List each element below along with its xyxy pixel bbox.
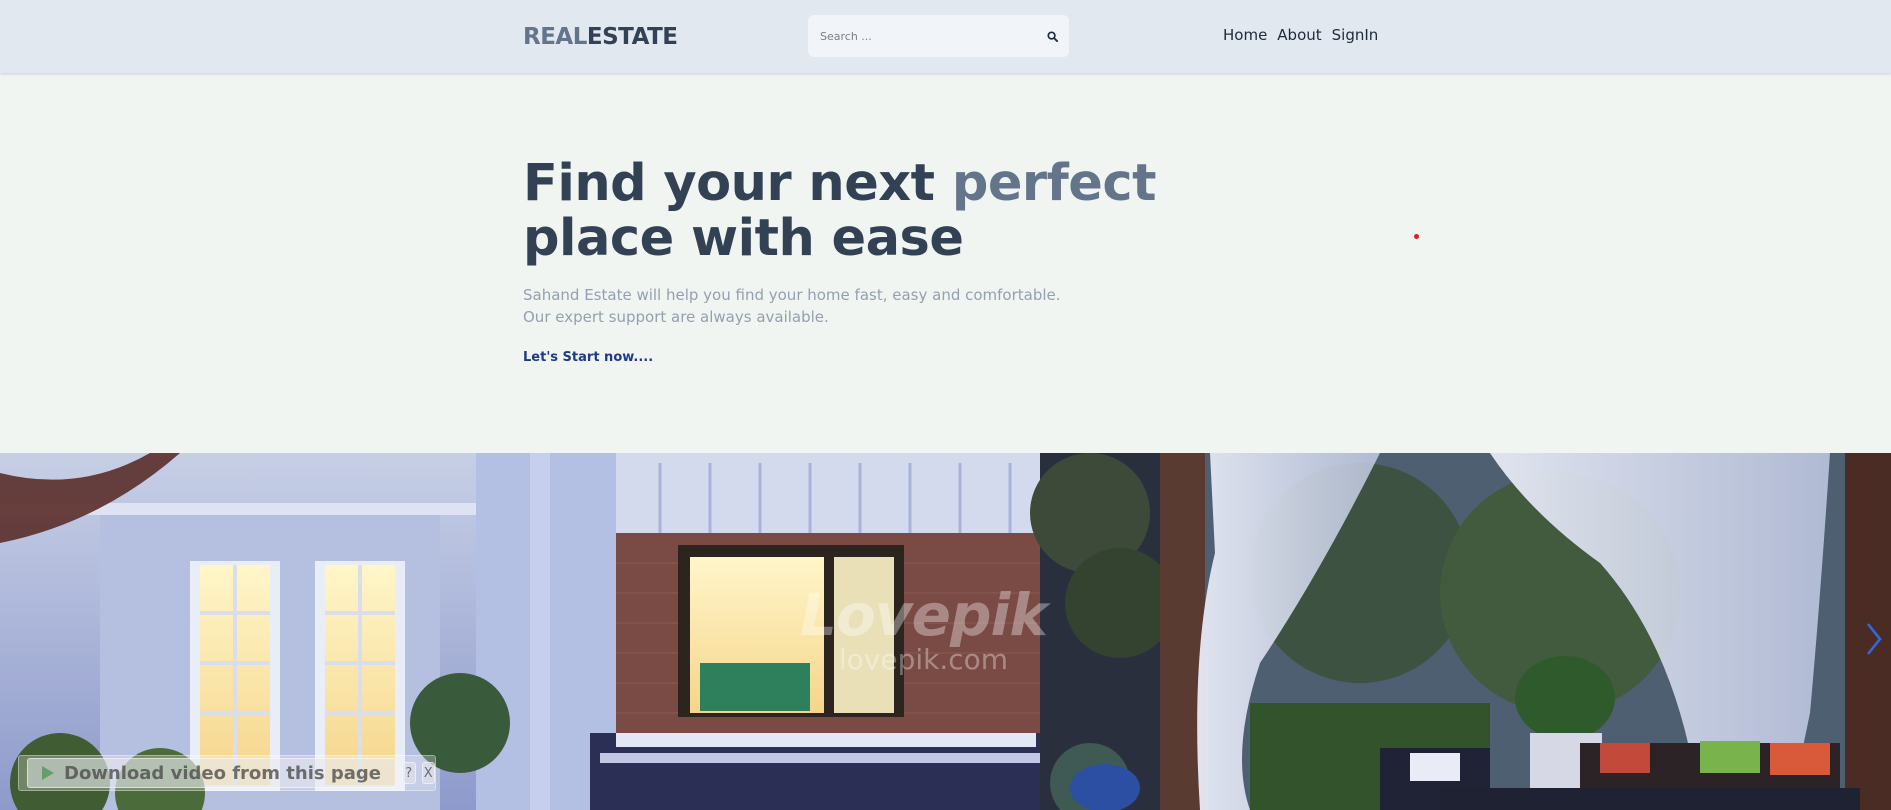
hero-title-accent: perfect	[951, 154, 1157, 213]
nav-home[interactable]: Home	[1223, 26, 1267, 44]
download-video-button[interactable]: Download video from this page	[27, 758, 397, 788]
hero-subtitle-line2: Our expert support are always available.	[523, 308, 829, 326]
red-dot	[1414, 234, 1419, 239]
main-nav: Home About SignIn	[1223, 26, 1378, 44]
download-video-bar: Download video from this page ? X	[18, 755, 436, 791]
watermark-logo: Lovepik	[800, 581, 1048, 649]
play-icon	[42, 766, 54, 780]
start-now-link[interactable]: Let's Start now....	[523, 350, 653, 365]
close-button[interactable]: X	[421, 762, 435, 784]
hero-title-part1: Find your next	[523, 154, 952, 213]
nav-signin[interactable]: SignIn	[1332, 26, 1379, 44]
watermark: Lovepik lovepik.com	[800, 581, 1048, 676]
hero-title: Find your next perfect place with ease	[523, 156, 1223, 266]
chevron-right-icon[interactable]	[1865, 621, 1883, 657]
search-icon[interactable]	[1035, 15, 1069, 57]
search-form	[808, 15, 1069, 57]
hero-subtitle: Sahand Estate will help you find your ho…	[523, 284, 1061, 328]
search-input[interactable]	[808, 29, 1035, 43]
house-photo-banner: Lovepik lovepik.com Download video from …	[0, 453, 1891, 810]
hero-subtitle-line1: Sahand Estate will help you find your ho…	[523, 286, 1061, 304]
site-header: REALESTATE Home About SignIn	[0, 0, 1891, 73]
hero-title-part2: place with ease	[523, 209, 964, 268]
help-button[interactable]: ?	[402, 762, 416, 784]
nav-about[interactable]: About	[1277, 26, 1321, 44]
logo[interactable]: REALESTATE	[523, 24, 678, 50]
logo-estate: ESTATE	[586, 24, 678, 50]
download-video-label: Download video from this page	[64, 762, 382, 784]
logo-real: REAL	[523, 24, 587, 50]
